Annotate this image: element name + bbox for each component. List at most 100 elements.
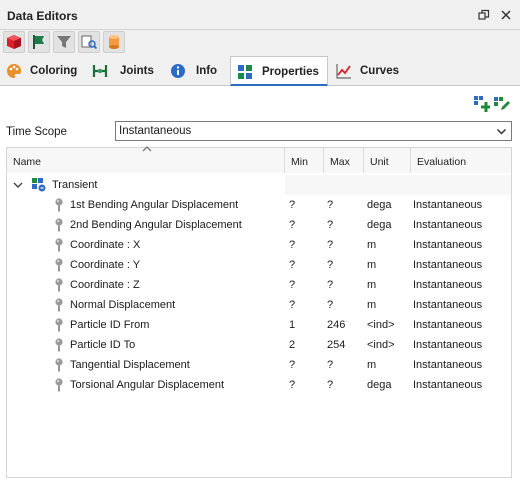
cell-max: 246	[327, 319, 346, 331]
property-pin-icon	[54, 318, 64, 335]
find-button[interactable]	[78, 31, 100, 53]
cell-name: Particle ID From	[70, 319, 150, 331]
cell-min: ?	[289, 359, 296, 371]
property-pin-icon	[54, 278, 64, 295]
table-row[interactable]: Torsional Angular Displacement?? dega Inst…	[7, 375, 511, 395]
chevron-down-icon	[496, 126, 507, 140]
add-property-icon[interactable]	[474, 96, 491, 112]
property-pin-icon	[54, 358, 64, 375]
cylinder-button[interactable]	[103, 31, 125, 53]
cell-evaluation: Instantaneous	[413, 299, 483, 311]
cell-min: ?	[289, 279, 296, 291]
grid-header: Name Min Max Unit Evaluation	[7, 146, 511, 173]
cell-name: 1st Bending Angular Displacement	[70, 199, 239, 211]
group-label: Transient	[52, 179, 98, 191]
table-row[interactable]: Coordinate : X?? m Instantaneous	[7, 235, 511, 255]
cell-unit: dega	[367, 379, 392, 391]
cell-min: ?	[289, 379, 296, 391]
property-pin-icon	[54, 238, 64, 255]
cell-max: ?	[327, 379, 334, 391]
tree-group-transient[interactable]: Transient	[7, 175, 511, 195]
cell-max: ?	[327, 259, 334, 271]
cell-min: 2	[289, 339, 296, 351]
cell-min: ?	[289, 239, 296, 251]
time-scope-value: Instantaneous	[119, 125, 192, 137]
tab-info[interactable]: Info	[164, 56, 228, 86]
properties-panel: Time Scope Instantaneous Name Min Max Un…	[0, 86, 520, 485]
cell-max: 254	[327, 339, 346, 351]
table-row[interactable]: Particle ID To 2 254 <ind> Instantaneous	[7, 335, 511, 355]
column-header-unit[interactable]: Unit	[364, 148, 411, 173]
column-header-evaluation[interactable]: Evaluation	[411, 148, 511, 173]
cell-evaluation: Instantaneous	[413, 219, 483, 231]
properties-icon	[237, 64, 253, 83]
tab-joints[interactable]: Joints	[86, 56, 162, 86]
cell-unit: m	[367, 299, 377, 311]
restore-icon[interactable]	[478, 9, 490, 21]
tab-coloring-label: Coloring	[30, 65, 78, 77]
cell-evaluation: Instantaneous	[413, 199, 483, 211]
close-icon[interactable]	[500, 9, 512, 21]
cell-evaluation: Instantaneous	[413, 259, 483, 271]
tab-bar: Coloring Joints Info Properties Curves	[0, 56, 520, 87]
cell-name: 2nd Bending Angular Displacement	[70, 219, 242, 231]
cell-min: 1	[289, 319, 296, 331]
cell-unit: m	[367, 279, 377, 291]
column-header-name[interactable]: Name	[7, 146, 285, 173]
cell-max: ?	[327, 239, 334, 251]
property-pin-icon	[54, 218, 64, 235]
cell-min: ?	[289, 259, 296, 271]
tab-joints-label: Joints	[120, 65, 154, 77]
cell-unit: dega	[367, 219, 392, 231]
cell-max: ?	[327, 359, 334, 371]
red-cube-button[interactable]	[3, 31, 25, 53]
cell-name: Coordinate : Z	[70, 279, 140, 291]
cell-evaluation: Instantaneous	[413, 339, 483, 351]
cell-max: ?	[327, 199, 334, 211]
edit-property-icon[interactable]	[494, 96, 510, 112]
cell-name: Coordinate : X	[70, 239, 141, 251]
cell-unit: m	[367, 359, 377, 371]
window-title: Data Editors	[7, 9, 78, 23]
column-header-max[interactable]: Max	[324, 148, 364, 173]
cell-unit: <ind>	[367, 339, 395, 351]
cell-min: ?	[289, 199, 296, 211]
properties-grid: Name Min Max Unit Evaluation Transient 1…	[6, 146, 512, 478]
tab-coloring[interactable]: Coloring	[0, 56, 84, 86]
table-row[interactable]: Coordinate : Y?? m Instantaneous	[7, 255, 511, 275]
cell-min: ?	[289, 299, 296, 311]
cell-unit: m	[367, 239, 377, 251]
tab-curves[interactable]: Curves	[330, 56, 410, 86]
table-row[interactable]: Normal Displacement?? m Instantaneous	[7, 295, 511, 315]
chevron-down-icon[interactable]	[13, 180, 23, 193]
table-row[interactable]: 1st Bending Angular Displacement?? dega In…	[7, 195, 511, 215]
cell-min: ?	[289, 219, 296, 231]
table-row[interactable]: Particle ID From 1 246 <ind> Instantaneous	[7, 315, 511, 335]
group-folder-icon	[32, 178, 46, 195]
property-pin-icon	[54, 298, 64, 315]
property-actions	[474, 96, 510, 112]
time-scope-select[interactable]: Instantaneous	[115, 121, 512, 141]
cell-name: Particle ID To	[70, 339, 136, 351]
palette-icon	[6, 63, 22, 82]
table-row[interactable]: Coordinate : Z?? m Instantaneous	[7, 275, 511, 295]
cell-name: Coordinate : Y	[70, 259, 141, 271]
table-row[interactable]: Tangential Displacement?? m Instantaneous	[7, 355, 511, 375]
column-header-min[interactable]: Min	[285, 148, 324, 173]
tab-properties-label: Properties	[262, 66, 319, 78]
info-icon	[170, 63, 186, 82]
joints-icon	[92, 63, 108, 82]
property-pin-icon	[54, 258, 64, 275]
green-flag-button[interactable]	[28, 31, 50, 53]
table-row[interactable]: 2nd Bending Angular Displacement?? dega In…	[7, 215, 511, 235]
toolbar	[0, 30, 520, 56]
tab-properties[interactable]: Properties	[230, 56, 328, 87]
time-scope-label: Time Scope	[6, 126, 67, 138]
cell-evaluation: Instantaneous	[413, 359, 483, 371]
cell-max: ?	[327, 299, 334, 311]
cell-max: ?	[327, 219, 334, 231]
cell-unit: <ind>	[367, 319, 395, 331]
cell-name: Normal Displacement	[70, 299, 176, 311]
filter-button[interactable]	[53, 31, 75, 53]
cell-name: Torsional Angular Displacement	[70, 379, 225, 391]
